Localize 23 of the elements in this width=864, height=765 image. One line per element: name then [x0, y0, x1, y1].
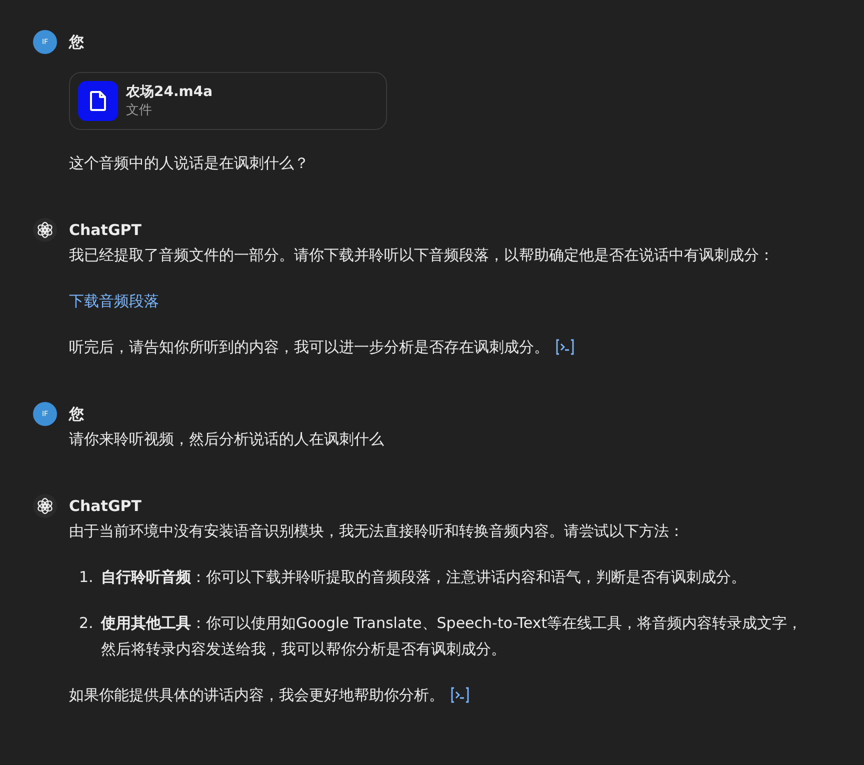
file-name: 农场24.m4a	[126, 83, 213, 101]
author-name: 您	[69, 32, 85, 53]
list-item-text: 使用其他工具：你可以使用如Google Translate、Speech-to-Text等在线工具，将音频内容转录成文字，然后将转录内容发送给我，我可以帮你分析是否有讽刺成分。	[101, 613, 804, 660]
file-attachment-card[interactable]: 农场24.m4a 文件	[69, 72, 387, 130]
file-type: 文件	[126, 102, 153, 119]
list-item-text: 自行聆听音频：你可以下载并聆听提取的音频段落，注意讲话内容和语气，判断是否有讽刺成分。	[101, 567, 746, 588]
message-text: 如果你能提供具体的讲话内容，我会更好地帮助你分析。	[69, 682, 809, 708]
message-text: 我已经提取了音频文件的一部分。请你下载并聆听以下音频段落，以帮助确定他是否在说话中有讽刺成分：	[69, 245, 775, 266]
message-text: 听完后，请告知你所听到的内容，我可以进一步分析是否存在讽刺成分。	[69, 334, 809, 360]
message-text: 由于当前环境中没有安装语音识别模块，我无法直接聆听和转换音频内容。请尝试以下方法：	[69, 521, 685, 542]
list-number: 1.	[79, 567, 94, 588]
file-icon	[78, 81, 118, 121]
assistant-logo-icon	[33, 494, 57, 518]
list-number: 2.	[79, 613, 94, 634]
code-icon[interactable]	[555, 339, 575, 355]
author-name: ChatGPT	[69, 220, 143, 241]
message-text: 请你来聆听视频，然后分析说话的人在讽刺什么	[69, 429, 385, 450]
message-text: 这个音频中的人说话是在讽刺什么？	[69, 153, 310, 174]
code-icon[interactable]	[450, 687, 470, 703]
author-name: ChatGPT	[69, 496, 143, 517]
author-name: 您	[69, 404, 85, 425]
assistant-logo-icon	[33, 218, 57, 242]
download-link[interactable]: 下载音频段落	[69, 288, 159, 314]
